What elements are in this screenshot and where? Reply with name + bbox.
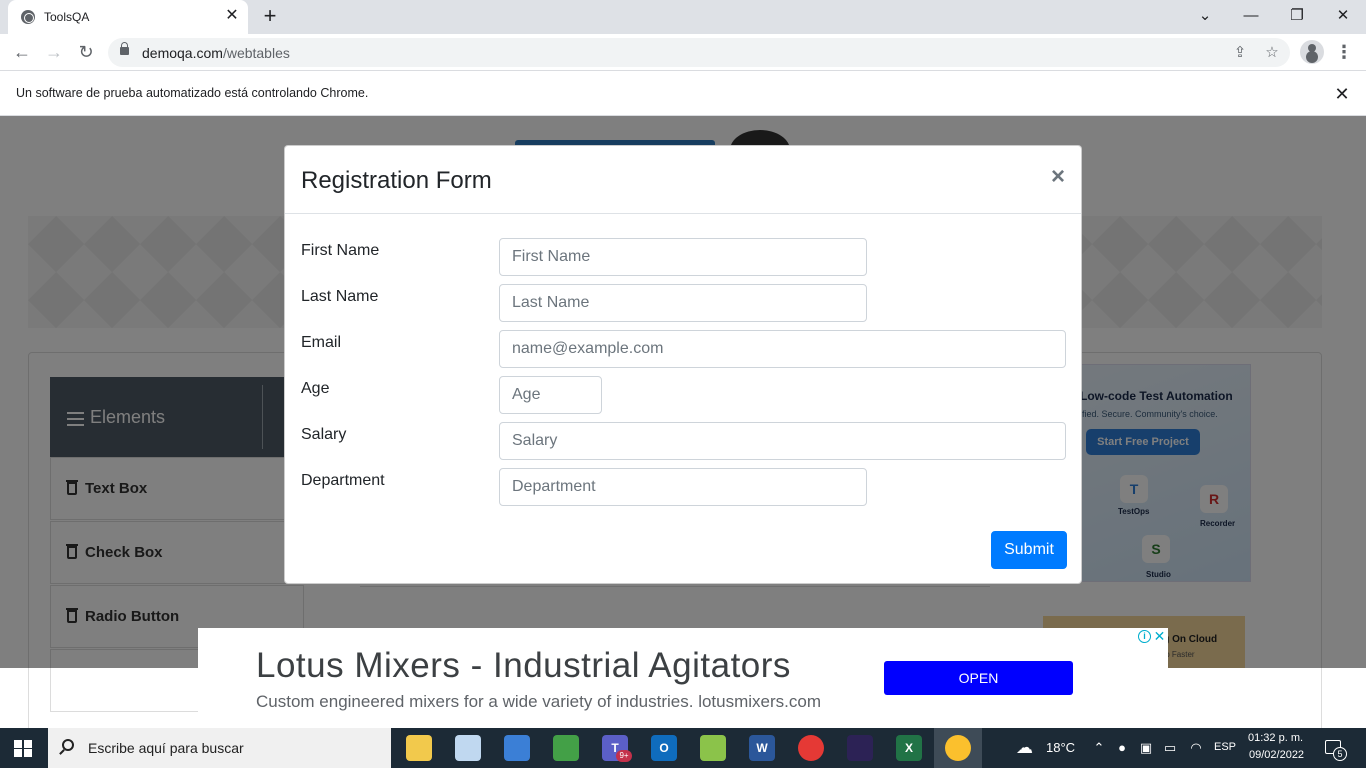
- weather-icon[interactable]: ☁: [1016, 739, 1033, 756]
- app-7-icon[interactable]: [700, 735, 726, 761]
- email-input[interactable]: [499, 330, 1066, 368]
- windows-start-icon[interactable]: [14, 740, 32, 757]
- window-close-button[interactable]: ✕: [1328, 2, 1358, 30]
- reload-button[interactable]: ↻: [72, 39, 100, 65]
- tab-close-icon[interactable]: ✕: [222, 6, 242, 26]
- tab-search-icon[interactable]: ⌄: [1190, 2, 1220, 30]
- forward-button[interactable]: →: [40, 39, 68, 65]
- excel-icon[interactable]: X: [896, 735, 922, 761]
- chrome-menu-icon[interactable]: ⋮: [1334, 40, 1354, 64]
- open-button[interactable]: OPEN: [884, 661, 1073, 695]
- department-label: Department: [301, 472, 385, 489]
- lock-icon[interactable]: [120, 42, 129, 55]
- back-button[interactable]: ←: [8, 39, 36, 65]
- taskbar-search[interactable]: Escribe aquí para buscar: [48, 728, 391, 768]
- outlook-icon[interactable]: O: [651, 735, 677, 761]
- browser-tab[interactable]: ToolsQA ✕: [8, 0, 248, 34]
- globe-icon: [21, 10, 35, 24]
- chrome-active-icon[interactable]: [945, 735, 971, 761]
- registration-modal: Registration Form × First Name Last Name…: [284, 145, 1082, 584]
- browser-toolbar: ← → ↻ demoqa.com/webtables ⇪ ☆: [0, 34, 1366, 71]
- address-bar[interactable]: demoqa.com/webtables ⇪ ☆: [108, 38, 1290, 67]
- language-indicator[interactable]: ESP: [1214, 741, 1236, 753]
- eclipse-icon[interactable]: [847, 735, 873, 761]
- clock-date[interactable]: 09/02/2022: [1249, 749, 1304, 761]
- network-drive-icon[interactable]: ▣: [1138, 740, 1154, 756]
- age-input[interactable]: [499, 376, 602, 414]
- search-icon: [62, 739, 74, 751]
- chevron-up-icon[interactable]: ⌃: [1091, 740, 1107, 756]
- modal-title: Registration Form: [301, 167, 492, 194]
- wifi-icon[interactable]: ◠: [1188, 740, 1204, 756]
- email-label: Email: [301, 334, 342, 351]
- tab-title: ToolsQA: [44, 10, 90, 24]
- infobar-message: Un software de prueba automatizado está …: [16, 86, 369, 100]
- automation-infobar: Un software de prueba automatizado está …: [0, 71, 1366, 116]
- file-explorer-icon[interactable]: [406, 735, 432, 761]
- clock-time[interactable]: 01:32 p. m.: [1248, 732, 1303, 744]
- battery-icon[interactable]: ▭: [1162, 740, 1178, 756]
- new-tab-button[interactable]: +: [258, 5, 282, 29]
- first-name-input[interactable]: [499, 238, 867, 276]
- profile-icon[interactable]: [1300, 40, 1324, 64]
- ad-title[interactable]: Lotus Mixers - Industrial Agitators: [256, 646, 791, 686]
- first-name-label: First Name: [301, 242, 380, 259]
- app-3-icon[interactable]: [504, 735, 530, 761]
- share-icon[interactable]: ⇪: [1228, 41, 1252, 65]
- infobar-close-icon[interactable]: ✕: [1330, 82, 1354, 106]
- salary-input[interactable]: [499, 422, 1066, 460]
- ad-subtitle[interactable]: Custom engineered mixers for a wide vari…: [256, 692, 821, 712]
- last-name-input[interactable]: [499, 284, 867, 322]
- minimize-button[interactable]: —: [1236, 2, 1266, 30]
- windows-taskbar: Escribe aquí para buscar T 9+ O W X ☁ 18°C ⌃…: [0, 728, 1366, 768]
- last-name-label: Last Name: [301, 288, 379, 305]
- adchoices-icon[interactable]: i: [1138, 630, 1151, 643]
- salary-label: Salary: [301, 426, 347, 443]
- notification-count: 5: [1333, 747, 1347, 761]
- submit-button[interactable]: Submit: [991, 531, 1067, 569]
- app-4-icon[interactable]: [553, 735, 579, 761]
- search-placeholder: Escribe aquí para buscar: [88, 740, 244, 756]
- star-icon[interactable]: ☆: [1260, 41, 1284, 65]
- temperature[interactable]: 18°C: [1046, 740, 1075, 755]
- word-icon[interactable]: W: [749, 735, 775, 761]
- tab-strip: ToolsQA ✕ + ⌄ — ❐ ✕: [0, 0, 1366, 34]
- close-icon[interactable]: ×: [1047, 164, 1069, 190]
- bottom-ad[interactable]: Lotus Mixers - Industrial Agitators Cust…: [198, 628, 1168, 728]
- chrome-icon[interactable]: [798, 735, 824, 761]
- ad-close-icon[interactable]: ✕: [1153, 629, 1166, 643]
- age-label: Age: [301, 380, 330, 397]
- teams-badge: 9+: [616, 750, 632, 762]
- url-text[interactable]: demoqa.com/webtables: [142, 45, 290, 61]
- paint-icon[interactable]: [455, 735, 481, 761]
- microphone-icon[interactable]: ●: [1114, 740, 1130, 756]
- modal-header: Registration Form ×: [285, 146, 1081, 214]
- restore-button[interactable]: ❐: [1282, 2, 1312, 30]
- department-input[interactable]: [499, 468, 867, 506]
